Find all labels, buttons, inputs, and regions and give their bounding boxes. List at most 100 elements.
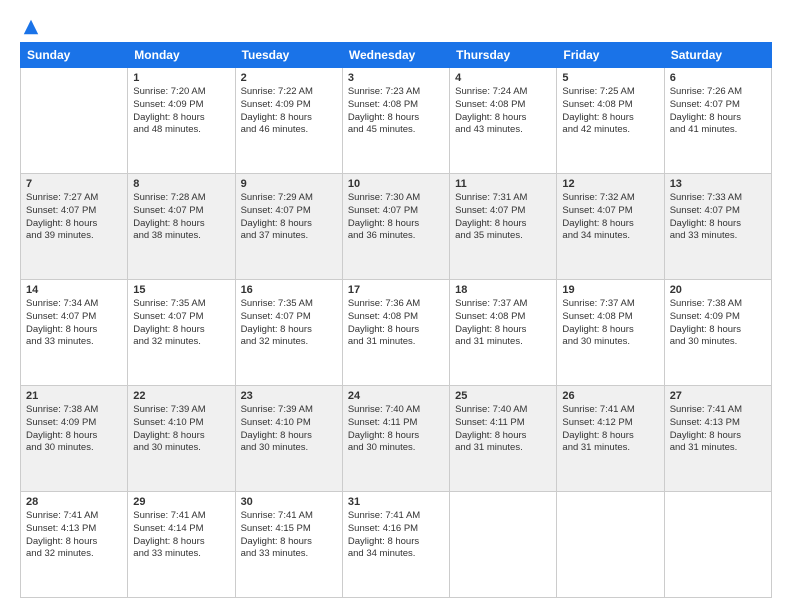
cell-content: Sunrise: 7:33 AMSunset: 4:07 PMDaylight:… [670,192,766,243]
calendar-cell: 17Sunrise: 7:36 AMSunset: 4:08 PMDayligh… [342,280,449,386]
daylight-text: Daylight: 8 hours [562,430,658,443]
sunrise-text: Sunrise: 7:31 AM [455,192,551,205]
day-number: 2 [241,72,337,84]
calendar-cell: 10Sunrise: 7:30 AMSunset: 4:07 PMDayligh… [342,174,449,280]
calendar-cell: 23Sunrise: 7:39 AMSunset: 4:10 PMDayligh… [235,386,342,492]
calendar-cell: 16Sunrise: 7:35 AMSunset: 4:07 PMDayligh… [235,280,342,386]
sunset-text: Sunset: 4:07 PM [26,311,122,324]
sunset-text: Sunset: 4:07 PM [241,205,337,218]
cell-content: Sunrise: 7:20 AMSunset: 4:09 PMDaylight:… [133,86,229,137]
daylight-text: Daylight: 8 hours [348,218,444,231]
day-number: 29 [133,496,229,508]
calendar-cell: 30 Sunrise: 7:41 AMSunset: 4:15 PMDayligh… [235,492,342,598]
cell-content: Sunrise: 7:23 AMSunset: 4:08 PMDaylight:… [348,86,444,137]
daylight-text-cont: and 31 minutes. [562,442,658,455]
daylight-text-cont: and 36 minutes. [348,230,444,243]
sunset-text: Sunset: 4:08 PM [348,99,444,112]
sunset-text: Sunset: 4:10 PM [241,417,337,430]
cell-content: Sunrise: 7:28 AMSunset: 4:07 PMDaylight:… [133,192,229,243]
cell-content: Sunrise: 7:32 AMSunset: 4:07 PMDaylight:… [562,192,658,243]
sunset-text: Sunset: 4:13 PM [670,417,766,430]
daylight-text-cont: and 35 minutes. [455,230,551,243]
day-number: 6 [670,72,766,84]
sunrise-text: Sunrise: 7:41 AM [133,510,229,523]
daylight-text: Daylight: 8 hours [348,112,444,125]
daylight-text: Daylight: 8 hours [670,324,766,337]
daylight-text: Daylight: 8 hours [348,324,444,337]
day-number: 1 [133,72,229,84]
sunset-text: Sunset: 4:12 PM [562,417,658,430]
calendar-cell: 14Sunrise: 7:34 AMSunset: 4:07 PMDayligh… [21,280,128,386]
daylight-text-cont: and 34 minutes. [562,230,658,243]
cell-content: Sunrise: 7:27 AMSunset: 4:07 PMDaylight:… [26,192,122,243]
daylight-text: Daylight: 8 hours [26,430,122,443]
day-number: 11 [455,178,551,190]
cell-content: Sunrise: 7:37 AMSunset: 4:08 PMDaylight:… [562,298,658,349]
daylight-text-cont: and 31 minutes. [348,336,444,349]
calendar-cell: 20Sunrise: 7:38 AMSunset: 4:09 PMDayligh… [664,280,771,386]
sunrise-text: Sunrise: 7:38 AM [26,404,122,417]
cell-content: Sunrise: 7:41 AMSunset: 4:15 PMDaylight:… [241,510,337,561]
calendar-cell: 13 Sunrise: 7:33 AMSunset: 4:07 PMDayligh… [664,174,771,280]
daylight-text-cont: and 45 minutes. [348,124,444,137]
sunrise-text: Sunrise: 7:30 AM [348,192,444,205]
weekday-header-sunday: Sunday [21,43,128,68]
sunrise-text: Sunrise: 7:39 AM [241,404,337,417]
calendar-cell: 18Sunrise: 7:37 AMSunset: 4:08 PMDayligh… [450,280,557,386]
calendar-cell: 11Sunrise: 7:31 AMSunset: 4:07 PMDayligh… [450,174,557,280]
day-number: 10 [348,178,444,190]
daylight-text-cont: and 46 minutes. [241,124,337,137]
calendar-cell: 4Sunrise: 7:24 AMSunset: 4:08 PMDaylight… [450,68,557,174]
calendar-cell: 19Sunrise: 7:37 AMSunset: 4:08 PMDayligh… [557,280,664,386]
sunset-text: Sunset: 4:07 PM [241,311,337,324]
daylight-text-cont: and 34 minutes. [348,548,444,561]
daylight-text-cont: and 30 minutes. [670,336,766,349]
day-number: 3 [348,72,444,84]
sunset-text: Sunset: 4:09 PM [133,99,229,112]
daylight-text-cont: and 38 minutes. [133,230,229,243]
day-number: 4 [455,72,551,84]
calendar-cell [664,492,771,598]
day-number: 14 [26,284,122,296]
day-number: 13 [670,178,766,190]
weekday-header-tuesday: Tuesday [235,43,342,68]
sunset-text: Sunset: 4:09 PM [26,417,122,430]
cell-content: Sunrise: 7:40 AMSunset: 4:11 PMDaylight:… [348,404,444,455]
weekday-header-thursday: Thursday [450,43,557,68]
calendar-cell [21,68,128,174]
header [20,18,772,32]
calendar-cell: 7Sunrise: 7:27 AMSunset: 4:07 PMDaylight… [21,174,128,280]
daylight-text: Daylight: 8 hours [26,218,122,231]
sunrise-text: Sunrise: 7:41 AM [670,404,766,417]
daylight-text-cont: and 32 minutes. [26,548,122,561]
day-number: 17 [348,284,444,296]
daylight-text-cont: and 32 minutes. [133,336,229,349]
daylight-text-cont: and 30 minutes. [26,442,122,455]
cell-content: Sunrise: 7:41 AMSunset: 4:13 PMDaylight:… [670,404,766,455]
sunset-text: Sunset: 4:11 PM [455,417,551,430]
sunrise-text: Sunrise: 7:41 AM [26,510,122,523]
sunset-text: Sunset: 4:07 PM [562,205,658,218]
sunrise-text: Sunrise: 7:22 AM [241,86,337,99]
cell-content: Sunrise: 7:41 AMSunset: 4:12 PMDaylight:… [562,404,658,455]
day-number: 26 [562,390,658,402]
daylight-text: Daylight: 8 hours [670,430,766,443]
sunset-text: Sunset: 4:07 PM [670,99,766,112]
cell-content: Sunrise: 7:37 AMSunset: 4:08 PMDaylight:… [455,298,551,349]
calendar-cell: 21 Sunrise: 7:38 AMSunset: 4:09 PMDayligh… [21,386,128,492]
sunset-text: Sunset: 4:08 PM [562,99,658,112]
day-number: 30 [241,496,337,508]
day-number: 21 [26,390,122,402]
daylight-text: Daylight: 8 hours [455,430,551,443]
daylight-text: Daylight: 8 hours [670,112,766,125]
daylight-text: Daylight: 8 hours [241,218,337,231]
daylight-text: Daylight: 8 hours [133,324,229,337]
sunset-text: Sunset: 4:08 PM [348,311,444,324]
sunset-text: Sunset: 4:13 PM [26,523,122,536]
sunrise-text: Sunrise: 7:35 AM [133,298,229,311]
daylight-text: Daylight: 8 hours [562,218,658,231]
weekday-header-monday: Monday [128,43,235,68]
daylight-text-cont: and 41 minutes. [670,124,766,137]
daylight-text: Daylight: 8 hours [26,536,122,549]
logo-icon [22,18,40,36]
